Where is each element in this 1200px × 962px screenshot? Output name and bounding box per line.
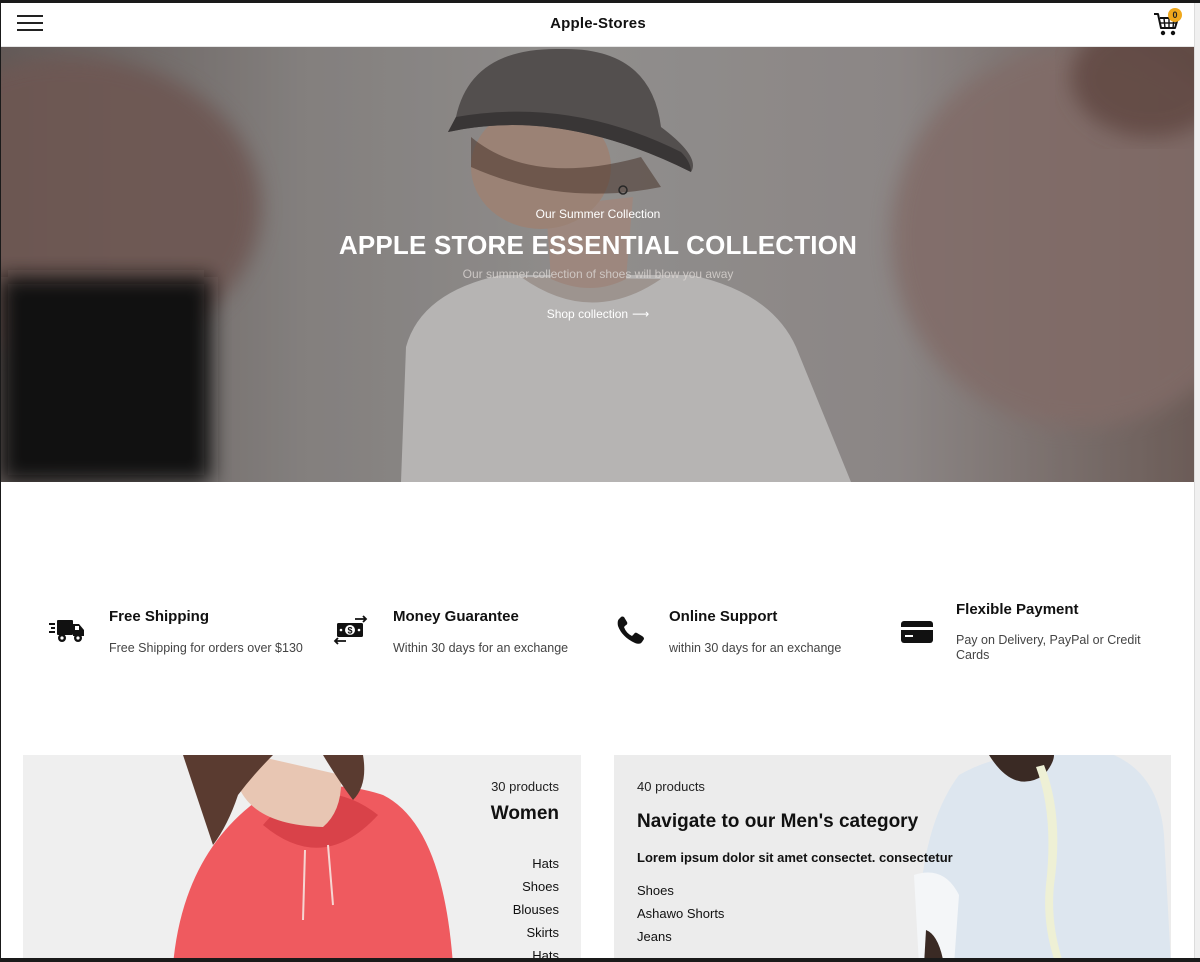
top-navbar: Apple-Stores 0 xyxy=(1,3,1195,47)
women-link-shoes[interactable]: Shoes xyxy=(513,875,559,898)
men-link-shoes[interactable]: Shoes xyxy=(637,879,724,902)
men-link-ashawo-shorts[interactable]: Ashawo Shorts xyxy=(637,902,724,925)
feature-desc: Within 30 days for an exchange xyxy=(393,641,569,655)
men-link-jeans[interactable]: Jeans xyxy=(637,925,724,948)
women-category-title[interactable]: Women xyxy=(491,803,559,825)
page: Apple-Stores 0 Our Summer Collection APP… xyxy=(0,0,1200,962)
category-card-women[interactable]: 30 products Women Hats Shoes Blouses Ski… xyxy=(23,755,581,958)
feature-desc: Free Shipping for orders over $130 xyxy=(109,641,303,655)
cart-count-badge: 0 xyxy=(1168,8,1182,22)
arrow-right-icon: ⟶ xyxy=(632,307,650,321)
shop-collection-label: Shop collection xyxy=(546,307,629,321)
women-category-links: Hats Shoes Blouses Skirts Hats xyxy=(513,852,560,958)
men-category-links: Shoes Ashawo Shorts Jeans xyxy=(637,879,724,948)
feature-desc: Pay on Delivery, PayPal or Credit Cards xyxy=(956,633,1141,662)
hero-title: APPLE STORE ESSENTIAL COLLECTION xyxy=(338,230,858,260)
phone-icon xyxy=(617,616,644,644)
feature-desc: within 30 days for an exchange xyxy=(669,641,842,655)
hero-eyebrow: Our Summer Collection xyxy=(535,207,661,221)
hero-banner: Our Summer Collection APPLE STORE ESSENT… xyxy=(1,47,1195,482)
women-link-hats[interactable]: Hats xyxy=(513,852,559,875)
svg-text:$: $ xyxy=(347,626,352,636)
category-card-men[interactable]: 40 products Navigate to our Men's catego… xyxy=(614,755,1171,958)
women-link-hats-2[interactable]: Hats xyxy=(513,944,559,958)
feature-title: Free Shipping xyxy=(109,608,210,625)
hero-photo xyxy=(1,47,1195,482)
shop-collection-link[interactable]: Shop collection ⟶ xyxy=(1,307,1195,321)
money-exchange-icon: $ xyxy=(333,615,368,645)
brand-title[interactable]: Apple-Stores xyxy=(1,15,1195,32)
men-category-title[interactable]: Navigate to our Men's category xyxy=(637,811,918,833)
women-link-skirts[interactable]: Skirts xyxy=(513,921,560,944)
feature-title: Flexible Payment xyxy=(956,601,1079,618)
women-link-blouses[interactable]: Blouses xyxy=(513,898,559,921)
vertical-scrollbar[interactable] xyxy=(1194,3,1200,958)
feature-title: Money Guarantee xyxy=(393,608,519,625)
men-category-lead: Lorem ipsum dolor sit amet consectet. co… xyxy=(637,850,953,865)
features-row: Free Shipping Free Shipping for orders o… xyxy=(1,593,1195,673)
feature-title: Online Support xyxy=(669,608,778,625)
women-product-count: 30 products xyxy=(491,779,559,794)
hero-subtitle: Our summer collection of shoes will blow… xyxy=(462,267,734,281)
delivery-truck-icon xyxy=(49,620,84,642)
men-product-count: 40 products xyxy=(637,779,705,794)
credit-card-icon xyxy=(901,621,933,643)
